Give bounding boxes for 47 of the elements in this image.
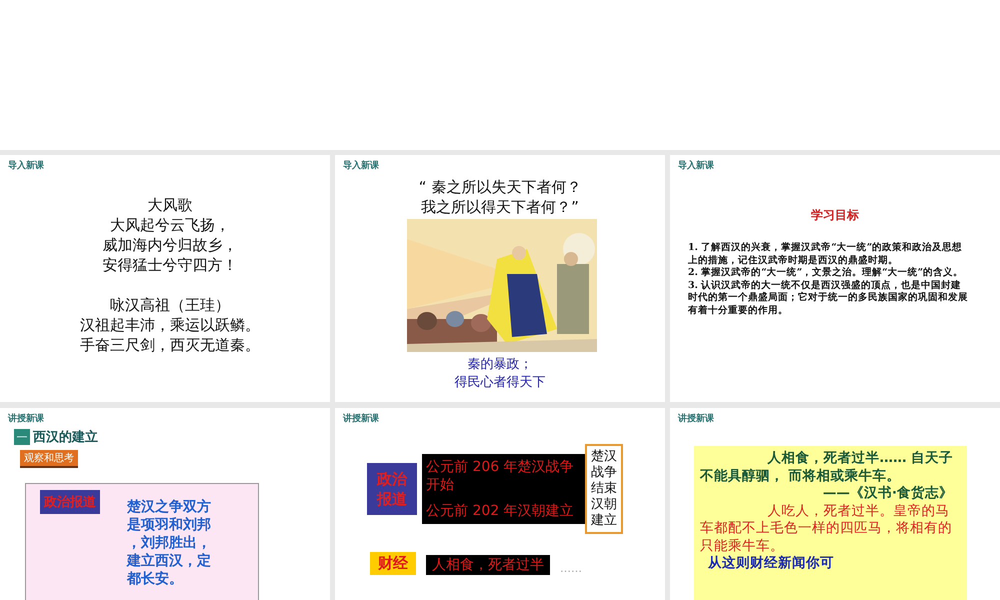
- section-title: 西汉的建立: [33, 428, 98, 446]
- question-text: 从这则财经新闻你可: [708, 555, 835, 572]
- poem-line: 大风歌: [148, 195, 192, 215]
- quote-line: “ 秦之所以失天下者何？: [418, 177, 582, 197]
- slide-header: 讲授新课: [342, 412, 380, 426]
- objective-item: 1. 了解西汉的兴衰，掌握汉武帝“大一统”的政策和政治及思想上的措施，记住汉武帝时期是西汉的鼎盛时期。: [688, 242, 964, 266]
- slide-header: 导入新课: [7, 159, 45, 173]
- section-number-badge: 一: [14, 429, 30, 445]
- poem-line: 汉祖起丰沛，乘运以跃鳞。: [80, 315, 260, 335]
- slide-thumbnail[interactable]: 讲授新课 一 西汉的建立 观察和思考 政治报道 楚汉之争双方 是项羽和刘邦 ，刘邦胜出， 建立西汉，定 都长安。: [0, 408, 330, 600]
- note-box: 楚汉战争结束汉朝建立: [585, 444, 623, 534]
- slide-header: 导入新课: [677, 159, 715, 173]
- poem-line: 大风起兮云飞扬，: [110, 215, 230, 235]
- objective-item: 3. 认识汉武帝的大一统不仅是西汉强盛的顶点，也是中国封建时代的第一个鼎盛局面；它对于统一的多民族国家的巩固和发展有着十分重要的作用。: [688, 280, 968, 317]
- observe-tag: 观察和思考: [20, 450, 78, 468]
- finance-text: 人相食，死者过半: [426, 555, 550, 575]
- poem-line: 威加海内兮归故乡，: [102, 235, 238, 255]
- slide-thumbnail[interactable]: 导入新课 学习目标 1. 了解西汉的兴衰，掌握汉武帝“大一统”的政策和政治及思想上的措施，记住汉武帝时期是西汉的鼎盛时期。 2. 掌握汉武帝的“大一统”，文景之治。理解“大一统”的含义。 3. 认识汉武帝的大一统不仅是西汉强盛的顶点，也是中国封建时代的第一个鼎盛局面；它对于统一的多民族国家的巩固和发展有着十分重要的作用。: [670, 155, 1000, 402]
- slide-thumbnail[interactable]: 导入新课 大风歌 大风起兮云飞扬， 威加海内兮归故乡， 安得猛士兮守四方！ 咏汉高祖（王珪） 汉祖起丰沛，乘运以跃鳞。 手奋三尺剑，西灭无道秦。: [0, 155, 330, 402]
- slide-thumbnail[interactable]: 讲授新课 人相食，死者过半…… 自天子不能具醇驷， 而将相或乘牛车。 ——《汉书·食货志》 人吃人，死者过半。皇帝的马车都配不上毛色一样的四匹马，将相有的只能乘牛车。 从这则财经新闻你可: [670, 408, 1000, 600]
- quote-source: ——《汉书·食货志》: [822, 485, 953, 502]
- finance-label: 财经: [370, 552, 416, 575]
- objectives-title: 学习目标: [811, 207, 859, 224]
- quote-text: 人相食，死者过半…… 自天子不能具醇驷， 而将相或乘牛车。: [700, 450, 954, 485]
- caption-line: 得民心者得天下: [454, 374, 546, 392]
- caption-line: 秦的暴政；: [468, 356, 532, 374]
- report-label: 政治报道: [40, 490, 100, 514]
- ellipsis-text: ……: [560, 562, 582, 575]
- report-text-line: 楚汉之争双方: [127, 498, 211, 516]
- slide-thumbnail[interactable]: 导入新课 “ 秦之所以失天下者何？ 我之所以得天下者何？” 秦的暴政； 得民心者得天下: [335, 155, 665, 402]
- event-text: 公元前 202 年汉朝建立: [426, 502, 575, 520]
- report-text-line: 建立西汉，定: [127, 552, 211, 570]
- slide-header: 讲授新课: [676, 412, 715, 426]
- report-label: 政治报道: [367, 463, 417, 515]
- report-text-line: 都长安。: [127, 570, 184, 588]
- slide-thumbnail[interactable]: 讲授新课 政治报道 公元前 206 年楚汉战争开始 公元前 202 年汉朝建立 楚汉战争结束汉朝建立 财经 人相食，死者过半 ……: [335, 408, 665, 600]
- event-text: 公元前 206 年楚汉战争开始: [426, 458, 575, 494]
- slide-header: 讲授新课: [6, 412, 45, 426]
- poem-line: 手奋三尺剑，西灭无道秦。: [80, 335, 260, 355]
- report-text-line: ，刘邦胜出，: [127, 534, 211, 552]
- report-text-line: 是项羽和刘邦: [127, 516, 211, 534]
- objective-item: 2. 掌握汉武帝的“大一统”，文景之治。理解“大一统”的含义。: [688, 267, 964, 280]
- quote-line: 我之所以得天下者何？”: [421, 197, 579, 217]
- translation-text: 人吃人，死者过半。皇帝的马车都配不上毛色一样的四匹马，将相有的只能乘牛车。: [700, 502, 953, 555]
- poem-line: 咏汉高祖（王珪）: [110, 295, 230, 315]
- slide-header: 导入新课: [342, 159, 380, 173]
- poem-line: 安得猛士兮守四方！: [102, 255, 238, 275]
